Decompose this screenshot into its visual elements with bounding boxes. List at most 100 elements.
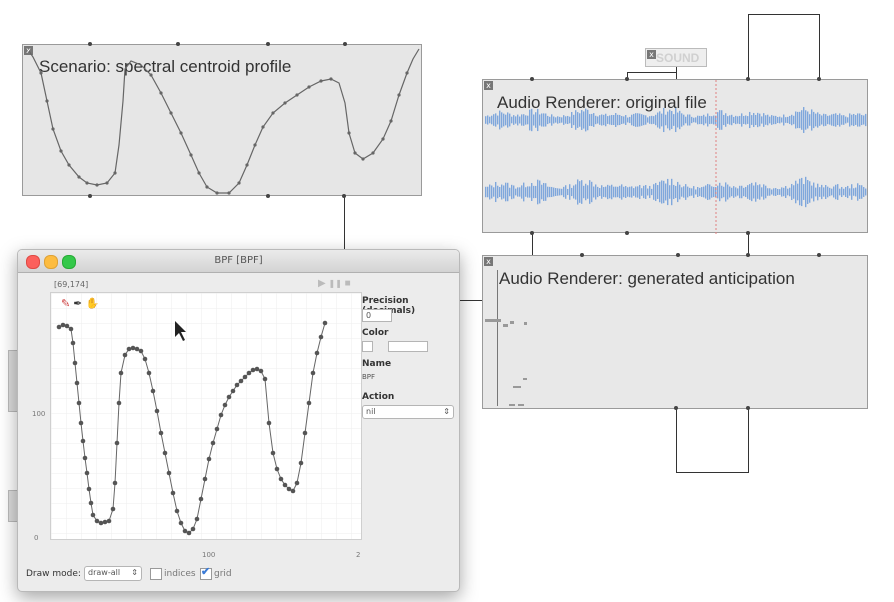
- outlet-dot[interactable]: [746, 231, 750, 235]
- inlet-dot[interactable]: [266, 42, 270, 46]
- bpf-point[interactable]: [222, 402, 228, 408]
- inlet-dot[interactable]: [817, 77, 821, 81]
- bpf-point[interactable]: [270, 450, 276, 456]
- bpf-point[interactable]: [72, 360, 78, 366]
- bpf-point[interactable]: [88, 500, 94, 506]
- name-value[interactable]: BPF: [362, 373, 375, 381]
- bpf-point[interactable]: [90, 512, 96, 518]
- bpf-point[interactable]: [56, 324, 62, 330]
- inlet-dot[interactable]: [530, 77, 534, 81]
- bpf-point[interactable]: [306, 400, 312, 406]
- outlet-dot[interactable]: [530, 231, 534, 235]
- bpf-point[interactable]: [290, 488, 296, 494]
- bpf-point[interactable]: [238, 378, 244, 384]
- bpf-point[interactable]: [78, 420, 84, 426]
- inlet-dot[interactable]: [625, 77, 629, 81]
- bpf-point[interactable]: [146, 370, 152, 376]
- bpf-point[interactable]: [282, 482, 288, 488]
- anticipation-renderer-box[interactable]: x Audio Renderer: generated anticipation: [482, 255, 868, 409]
- bpf-point[interactable]: [194, 516, 200, 522]
- outlet-dot[interactable]: [746, 406, 750, 410]
- precision-input[interactable]: 0: [362, 309, 392, 322]
- bpf-point[interactable]: [234, 382, 240, 388]
- bpf-point[interactable]: [178, 520, 184, 526]
- bpf-point[interactable]: [262, 376, 268, 382]
- bpf-point[interactable]: [218, 412, 224, 418]
- bpf-point[interactable]: [82, 455, 88, 461]
- bpf-point[interactable]: [60, 322, 66, 328]
- bpf-point[interactable]: [134, 346, 140, 352]
- bpf-point[interactable]: [84, 470, 90, 476]
- bpf-point[interactable]: [70, 340, 76, 346]
- color-field[interactable]: [388, 341, 428, 352]
- bpf-point[interactable]: [286, 486, 292, 492]
- bpf-point[interactable]: [230, 388, 236, 394]
- bpf-plot[interactable]: ✎ ✒ ✋: [50, 292, 362, 540]
- bpf-point[interactable]: [242, 374, 248, 380]
- bpf-point[interactable]: [298, 460, 304, 466]
- bpf-point[interactable]: [250, 367, 256, 373]
- bpf-point[interactable]: [80, 438, 86, 444]
- bpf-point[interactable]: [226, 394, 232, 400]
- indices-checkbox[interactable]: [150, 568, 162, 580]
- bpf-point[interactable]: [102, 519, 108, 525]
- inlet-dot[interactable]: [343, 42, 347, 46]
- original-renderer-box[interactable]: x Audio Renderer: original file: [482, 79, 868, 234]
- outlet-dot[interactable]: [266, 194, 270, 198]
- bpf-point[interactable]: [98, 520, 104, 526]
- pause-button[interactable]: ❚❚: [328, 279, 341, 288]
- bpf-point[interactable]: [106, 518, 112, 524]
- bpf-editor-window[interactable]: BPF [BPF] [69,174] ▶ ❚❚ ■ ✎ ✒ ✋ 100 0 10…: [17, 249, 460, 592]
- bpf-point[interactable]: [254, 366, 260, 372]
- bpf-point[interactable]: [310, 370, 316, 376]
- action-select[interactable]: nil ⇕: [362, 405, 454, 419]
- inlet-dot[interactable]: [88, 42, 92, 46]
- bpf-point[interactable]: [158, 430, 164, 436]
- bpf-point[interactable]: [318, 334, 324, 340]
- grid-checkbox[interactable]: ✔: [200, 566, 212, 580]
- inlet-dot[interactable]: [746, 253, 750, 257]
- outlet-dot[interactable]: [625, 231, 629, 235]
- bpf-point[interactable]: [182, 528, 188, 534]
- bpf-point[interactable]: [198, 496, 204, 502]
- inlet-dot[interactable]: [817, 253, 821, 257]
- sound-box[interactable]: x SOUND: [645, 48, 707, 67]
- bpf-point[interactable]: [94, 518, 100, 524]
- bpf-point[interactable]: [154, 408, 160, 414]
- bpf-point[interactable]: [150, 388, 156, 394]
- bpf-point[interactable]: [86, 486, 92, 492]
- bpf-point[interactable]: [166, 470, 172, 476]
- bpf-point[interactable]: [142, 356, 148, 362]
- bpf-point[interactable]: [278, 476, 284, 482]
- window-titlebar[interactable]: BPF [BPF]: [18, 250, 459, 273]
- bpf-point[interactable]: [116, 400, 122, 406]
- bpf-point[interactable]: [112, 480, 118, 486]
- bpf-point[interactable]: [302, 430, 308, 436]
- bpf-point[interactable]: [210, 440, 216, 446]
- bpf-point[interactable]: [214, 426, 220, 432]
- bpf-point[interactable]: [126, 346, 132, 352]
- draw-mode-select[interactable]: draw-all ⇕: [84, 566, 142, 581]
- scenario-box[interactable]: x Scenario: spectral centroid profile: [22, 44, 422, 196]
- bpf-point[interactable]: [274, 466, 280, 472]
- outlet-dot[interactable]: [88, 194, 92, 198]
- bpf-point[interactable]: [174, 508, 180, 514]
- bpf-point[interactable]: [294, 480, 300, 486]
- bpf-point[interactable]: [122, 352, 128, 358]
- bpf-point[interactable]: [162, 450, 168, 456]
- stop-button[interactable]: ■: [345, 278, 351, 289]
- outlet-dot[interactable]: [342, 194, 346, 198]
- bpf-point[interactable]: [266, 420, 272, 426]
- close-icon[interactable]: x: [647, 50, 656, 59]
- inlet-dot[interactable]: [746, 77, 750, 81]
- inlet-dot[interactable]: [676, 253, 680, 257]
- bpf-point[interactable]: [74, 380, 80, 386]
- bpf-point[interactable]: [314, 350, 320, 356]
- bpf-point[interactable]: [258, 368, 264, 374]
- bpf-point[interactable]: [170, 490, 176, 496]
- inlet-dot[interactable]: [580, 253, 584, 257]
- bpf-point[interactable]: [322, 320, 328, 326]
- bpf-point[interactable]: [186, 530, 192, 536]
- bpf-point[interactable]: [206, 456, 212, 462]
- bpf-point[interactable]: [130, 345, 136, 351]
